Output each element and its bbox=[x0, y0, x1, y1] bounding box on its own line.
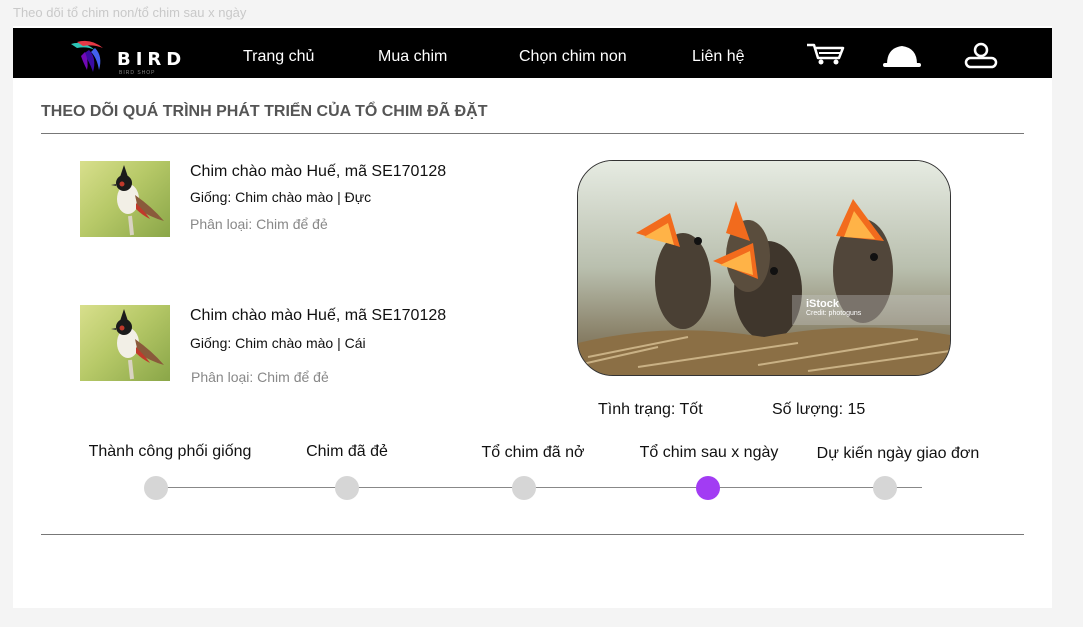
nav-link-home[interactable]: Trang chủ bbox=[243, 48, 314, 66]
nav-link-contact[interactable]: Liên hệ bbox=[692, 48, 745, 66]
status-text: Tình trạng: Tốt bbox=[598, 401, 703, 418]
frame-label: Theo dõi tổ chim non/tổ chim sau x ngày bbox=[13, 5, 247, 20]
bird-thumbnail bbox=[80, 161, 170, 237]
bulbul-bird-image bbox=[111, 165, 164, 236]
logo-text: BIRD bbox=[117, 49, 187, 70]
bell-icon[interactable] bbox=[882, 42, 922, 70]
quantity-text: Số lượng: 15 bbox=[772, 401, 866, 418]
chicks-in-nest-image bbox=[578, 161, 950, 375]
step-dot-mating-success[interactable] bbox=[144, 476, 168, 500]
bottom-divider bbox=[41, 534, 1024, 535]
cart-icon[interactable] bbox=[805, 42, 847, 66]
bird-breed: Giống: Chim chào mào | Cái bbox=[190, 335, 366, 351]
logo-subtext: BIRD SHOP bbox=[119, 70, 156, 76]
page-frame: BIRD BIRD SHOP Trang chủ Mua chim Chọn c… bbox=[13, 26, 1052, 608]
bird-name: Chim chào mào Huế, mã SE170128 bbox=[190, 307, 447, 324]
bird-type: Phân loại: Chim để đẻ bbox=[190, 216, 328, 232]
nav-link-choose-chick[interactable]: Chọn chim non bbox=[519, 48, 627, 66]
bird-type: Phân loại: Chim để đẻ bbox=[191, 369, 329, 385]
watermark-text: iStock bbox=[806, 298, 840, 310]
bird-breed: Giống: Chim chào mào | Đực bbox=[190, 189, 372, 205]
step-dot-hatched[interactable] bbox=[512, 476, 536, 500]
step-dot-expected-delivery[interactable] bbox=[873, 476, 897, 500]
bird-name: Chim chào mào Huế, mã SE170128 bbox=[190, 163, 447, 180]
step-label-mating-success: Thành công phối giống bbox=[88, 443, 252, 460]
navbar: BIRD BIRD SHOP Trang chủ Mua chim Chọn c… bbox=[13, 28, 1052, 78]
step-dot-after-x-days[interactable] bbox=[696, 476, 720, 500]
bulbul-bird-image bbox=[111, 309, 164, 380]
step-label-eggs-laid: Chim đã đẻ bbox=[306, 443, 388, 460]
nest-photo: iStock Credit: photoguns bbox=[577, 160, 951, 376]
bird-item-male[interactable]: Chim chào mào Huế, mã SE170128 Giống: Ch… bbox=[80, 161, 520, 241]
page-title: THEO DÕI QUÁ TRÌNH PHÁT TRIỂN CỦA TỔ CHI… bbox=[41, 103, 488, 120]
step-label-after-x-days: Tổ chim sau x ngày bbox=[639, 444, 779, 461]
logo[interactable]: BIRD BIRD SHOP bbox=[69, 38, 199, 76]
bird-item-female[interactable]: Chim chào mào Huế, mã SE170128 Giống: Ch… bbox=[80, 305, 520, 385]
photo-watermark: iStock Credit: photoguns bbox=[806, 298, 861, 317]
timeline-line bbox=[156, 487, 922, 488]
nav-link-buy-bird[interactable]: Mua chim bbox=[378, 48, 447, 66]
bird-thumbnail bbox=[80, 305, 170, 381]
title-divider bbox=[41, 133, 1024, 134]
user-icon[interactable] bbox=[963, 42, 999, 70]
step-label-hatched: Tổ chim đã nở bbox=[481, 444, 585, 461]
step-label-expected-delivery: Dự kiến ngày giao đơn bbox=[816, 445, 980, 462]
watermark-credit: Credit: photoguns bbox=[806, 310, 862, 317]
step-dot-eggs-laid[interactable] bbox=[335, 476, 359, 500]
